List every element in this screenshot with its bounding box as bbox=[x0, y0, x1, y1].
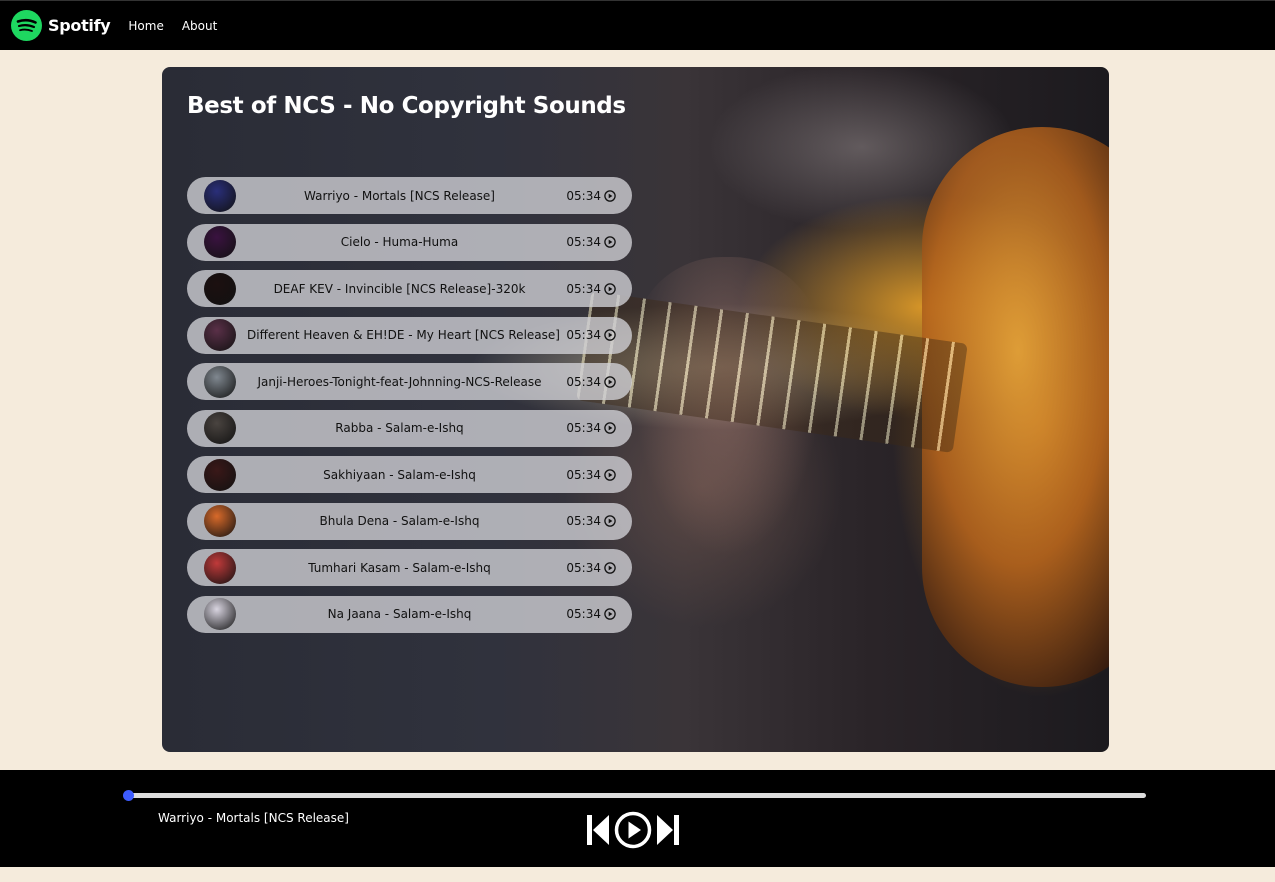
nav-home-link[interactable]: Home bbox=[128, 19, 163, 33]
brand-name: Spotify bbox=[48, 16, 111, 35]
play-circle-icon[interactable] bbox=[604, 189, 616, 202]
nav-about-link[interactable]: About bbox=[182, 19, 217, 33]
song-cover bbox=[204, 551, 236, 584]
song-name: Different Heaven & EH!DE - My Heart [NCS… bbox=[247, 328, 560, 342]
song-duration: 05:34 bbox=[566, 421, 616, 435]
play-circle-icon[interactable] bbox=[604, 329, 616, 341]
now-playing-title: Warriyo - Mortals [NCS Release] bbox=[158, 811, 349, 825]
song-cover bbox=[204, 179, 236, 212]
previous-icon[interactable] bbox=[586, 813, 610, 847]
song-item[interactable]: Different Heaven & EH!DE - My Heart [NCS… bbox=[187, 316, 632, 354]
play-circle-icon[interactable] bbox=[604, 236, 616, 248]
logo[interactable]: Spotify bbox=[11, 10, 111, 41]
song-item[interactable]: Na Jaana - Salam-e-Ishq 05:34 bbox=[187, 595, 632, 633]
song-duration: 05:34 bbox=[566, 235, 616, 249]
song-cover bbox=[204, 505, 236, 537]
song-name: Rabba - Salam-e-Ishq bbox=[335, 421, 464, 435]
song-cover bbox=[204, 412, 236, 444]
song-item[interactable]: Rabba - Salam-e-Ishq 05:34 bbox=[187, 409, 632, 447]
song-cover bbox=[204, 598, 236, 630]
song-cover bbox=[204, 272, 236, 305]
song-duration: 05:34 bbox=[566, 375, 616, 389]
song-name: Bhula Dena - Salam-e-Ishq bbox=[319, 514, 480, 528]
song-item[interactable]: Janji-Heroes-Tonight-feat-Johnning-NCS-R… bbox=[187, 363, 632, 400]
song-duration: 05:34 bbox=[566, 328, 616, 342]
song-duration: 05:34 bbox=[566, 561, 616, 575]
progress-bar[interactable] bbox=[123, 790, 1146, 801]
progress-thumb[interactable] bbox=[123, 790, 134, 801]
play-circle-icon[interactable] bbox=[604, 468, 616, 481]
spotify-logo-icon bbox=[11, 10, 42, 41]
song-duration: 05:34 bbox=[566, 189, 616, 203]
song-item[interactable]: DEAF KEV - Invincible [NCS Release]-320k… bbox=[187, 270, 632, 307]
play-circle-icon[interactable] bbox=[604, 282, 616, 295]
song-name: Cielo - Huma-Huma bbox=[340, 235, 459, 249]
song-item[interactable]: Warriyo - Mortals [NCS Release] 05:34 bbox=[187, 177, 632, 214]
play-circle-icon[interactable] bbox=[604, 375, 616, 388]
play-circle-icon[interactable] bbox=[604, 608, 616, 620]
song-cover bbox=[204, 226, 236, 258]
song-name: Sakhiyaan - Salam-e-Ishq bbox=[323, 467, 476, 482]
play-circle-icon[interactable] bbox=[604, 515, 616, 527]
song-name: Janji-Heroes-Tonight-feat-Johnning-NCS-R… bbox=[257, 374, 542, 389]
navbar: Spotify Home About bbox=[0, 0, 1275, 50]
player-bar: Warriyo - Mortals [NCS Release] bbox=[0, 770, 1275, 867]
play-icon[interactable] bbox=[614, 811, 652, 849]
song-name: Tumhari Kasam - Salam-e-Ishq bbox=[308, 560, 491, 575]
play-circle-icon[interactable] bbox=[604, 561, 616, 574]
song-item[interactable]: Sakhiyaan - Salam-e-Ishq 05:34 bbox=[187, 456, 632, 493]
playlist-title: Best of NCS - No Copyright Sounds bbox=[187, 93, 626, 119]
play-circle-icon[interactable] bbox=[604, 422, 616, 434]
song-duration: 05:34 bbox=[566, 468, 616, 482]
song-list: Warriyo - Mortals [NCS Release] 05:34 Ci… bbox=[187, 177, 632, 642]
song-duration: 05:34 bbox=[566, 282, 616, 296]
playback-controls bbox=[586, 811, 680, 849]
next-icon[interactable] bbox=[656, 813, 680, 847]
song-item[interactable]: Bhula Dena - Salam-e-Ishq 05:34 bbox=[187, 502, 632, 540]
song-name: DEAF KEV - Invincible [NCS Release]-320k bbox=[273, 281, 526, 296]
song-name: Warriyo - Mortals [NCS Release] bbox=[304, 188, 495, 203]
song-item[interactable]: Cielo - Huma-Huma 05:34 bbox=[187, 223, 632, 261]
song-cover bbox=[204, 365, 236, 398]
song-cover bbox=[204, 458, 236, 491]
song-item[interactable]: Tumhari Kasam - Salam-e-Ishq 05:34 bbox=[187, 549, 632, 586]
song-name: Na Jaana - Salam-e-Ishq bbox=[327, 607, 472, 621]
song-cover bbox=[204, 319, 236, 351]
song-duration: 05:34 bbox=[566, 607, 616, 621]
song-duration: 05:34 bbox=[566, 514, 616, 528]
playlist-panel: Best of NCS - No Copyright Sounds Warriy… bbox=[162, 67, 1109, 752]
